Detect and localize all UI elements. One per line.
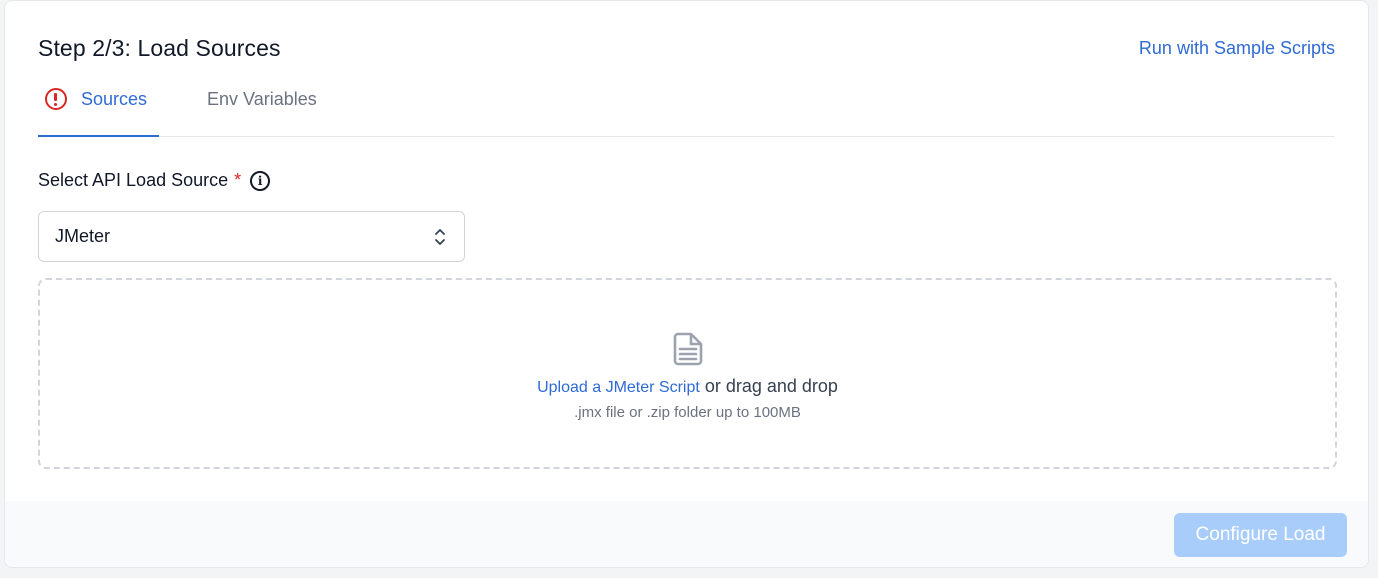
info-icon[interactable]: i	[250, 170, 271, 191]
load-source-label: Select API Load Source * i	[38, 170, 271, 191]
tab-bar: Sources Env Variables	[38, 81, 1335, 137]
page-title: Step 2/3: Load Sources	[38, 35, 281, 61]
tab-env-variables[interactable]: Env Variables	[207, 81, 317, 137]
load-source-label-text: Select API Load Source	[38, 170, 229, 190]
file-dropzone[interactable]: Upload a JMeter Script or drag and drop …	[38, 278, 1337, 469]
required-marker: *	[234, 170, 242, 190]
card-footer: Configure Load	[5, 501, 1368, 567]
run-sample-scripts-link[interactable]: Run with Sample Scripts	[1139, 38, 1335, 59]
document-icon	[673, 332, 703, 366]
tab-sources-label: Sources	[81, 89, 148, 109]
load-source-selected-value: JMeter	[55, 226, 111, 246]
upload-jmeter-script-link[interactable]: Upload a JMeter Script	[537, 379, 700, 396]
load-sources-card: Step 2/3: Load Sources Run with Sample S…	[4, 0, 1369, 568]
card-header: Step 2/3: Load Sources Run with Sample S…	[38, 35, 1335, 67]
tab-env-variables-label: Env Variables	[207, 89, 317, 109]
alert-circle-icon	[45, 88, 67, 110]
load-source-select[interactable]: JMeter	[38, 211, 465, 262]
tab-sources[interactable]: Sources	[38, 81, 159, 137]
chevron-up-down-icon	[435, 229, 445, 245]
drag-and-drop-text: or drag and drop	[699, 376, 838, 396]
configure-load-button[interactable]: Configure Load	[1174, 513, 1347, 557]
upload-hint: .jmx file or .zip folder up to 100MB	[574, 404, 801, 421]
upload-prompt: Upload a JMeter Script or drag and drop	[40, 376, 1335, 397]
